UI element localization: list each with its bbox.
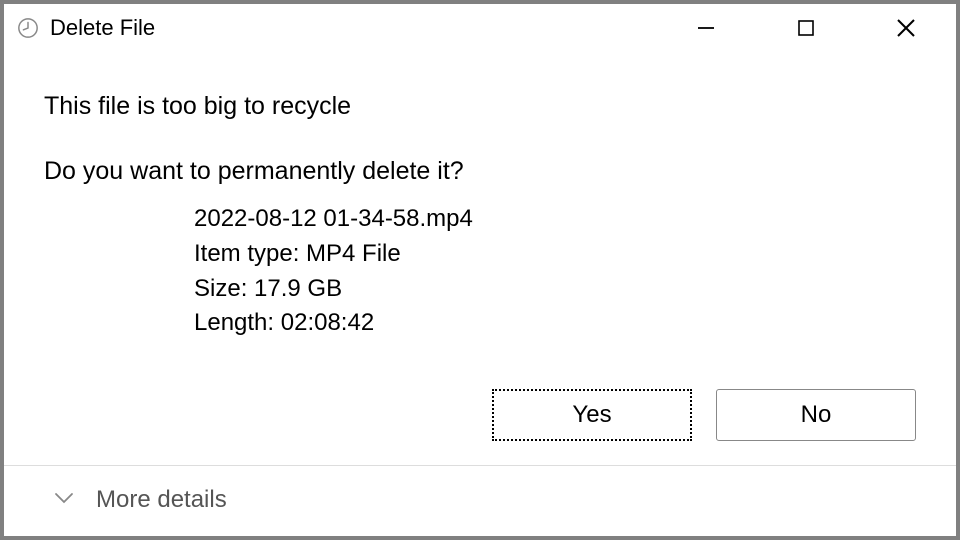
titlebar: Delete File: [4, 4, 956, 52]
chevron-down-icon: [54, 491, 74, 510]
clock-history-icon: [16, 16, 40, 40]
dialog-buttons: Yes No: [4, 371, 956, 465]
delete-file-dialog: Delete File This file is too big to rec: [4, 4, 956, 536]
maximize-icon: [798, 20, 814, 36]
no-button[interactable]: No: [716, 389, 916, 441]
file-size: Size: 17.9 GB: [194, 272, 916, 307]
content-heading: This file is too big to recycle: [44, 92, 916, 121]
more-details-label: More details: [96, 486, 227, 514]
file-type: Item type: MP4 File: [194, 237, 916, 272]
dialog-content: This file is too big to recycle Do you w…: [4, 52, 956, 371]
file-name: 2022-08-12 01-34-58.mp4: [194, 202, 916, 237]
content-question: Do you want to permanently delete it?: [44, 157, 916, 186]
close-icon: [896, 18, 916, 38]
yes-button[interactable]: Yes: [492, 389, 692, 441]
close-button[interactable]: [856, 4, 956, 52]
minimize-button[interactable]: [656, 4, 756, 52]
dialog-title: Delete File: [50, 15, 656, 41]
window-controls: [656, 4, 956, 52]
file-info: 2022-08-12 01-34-58.mp4 Item type: MP4 F…: [194, 202, 916, 341]
more-details-toggle[interactable]: More details: [4, 466, 956, 536]
file-length: Length: 02:08:42: [194, 306, 916, 341]
minimize-icon: [697, 19, 715, 37]
maximize-button[interactable]: [756, 4, 856, 52]
